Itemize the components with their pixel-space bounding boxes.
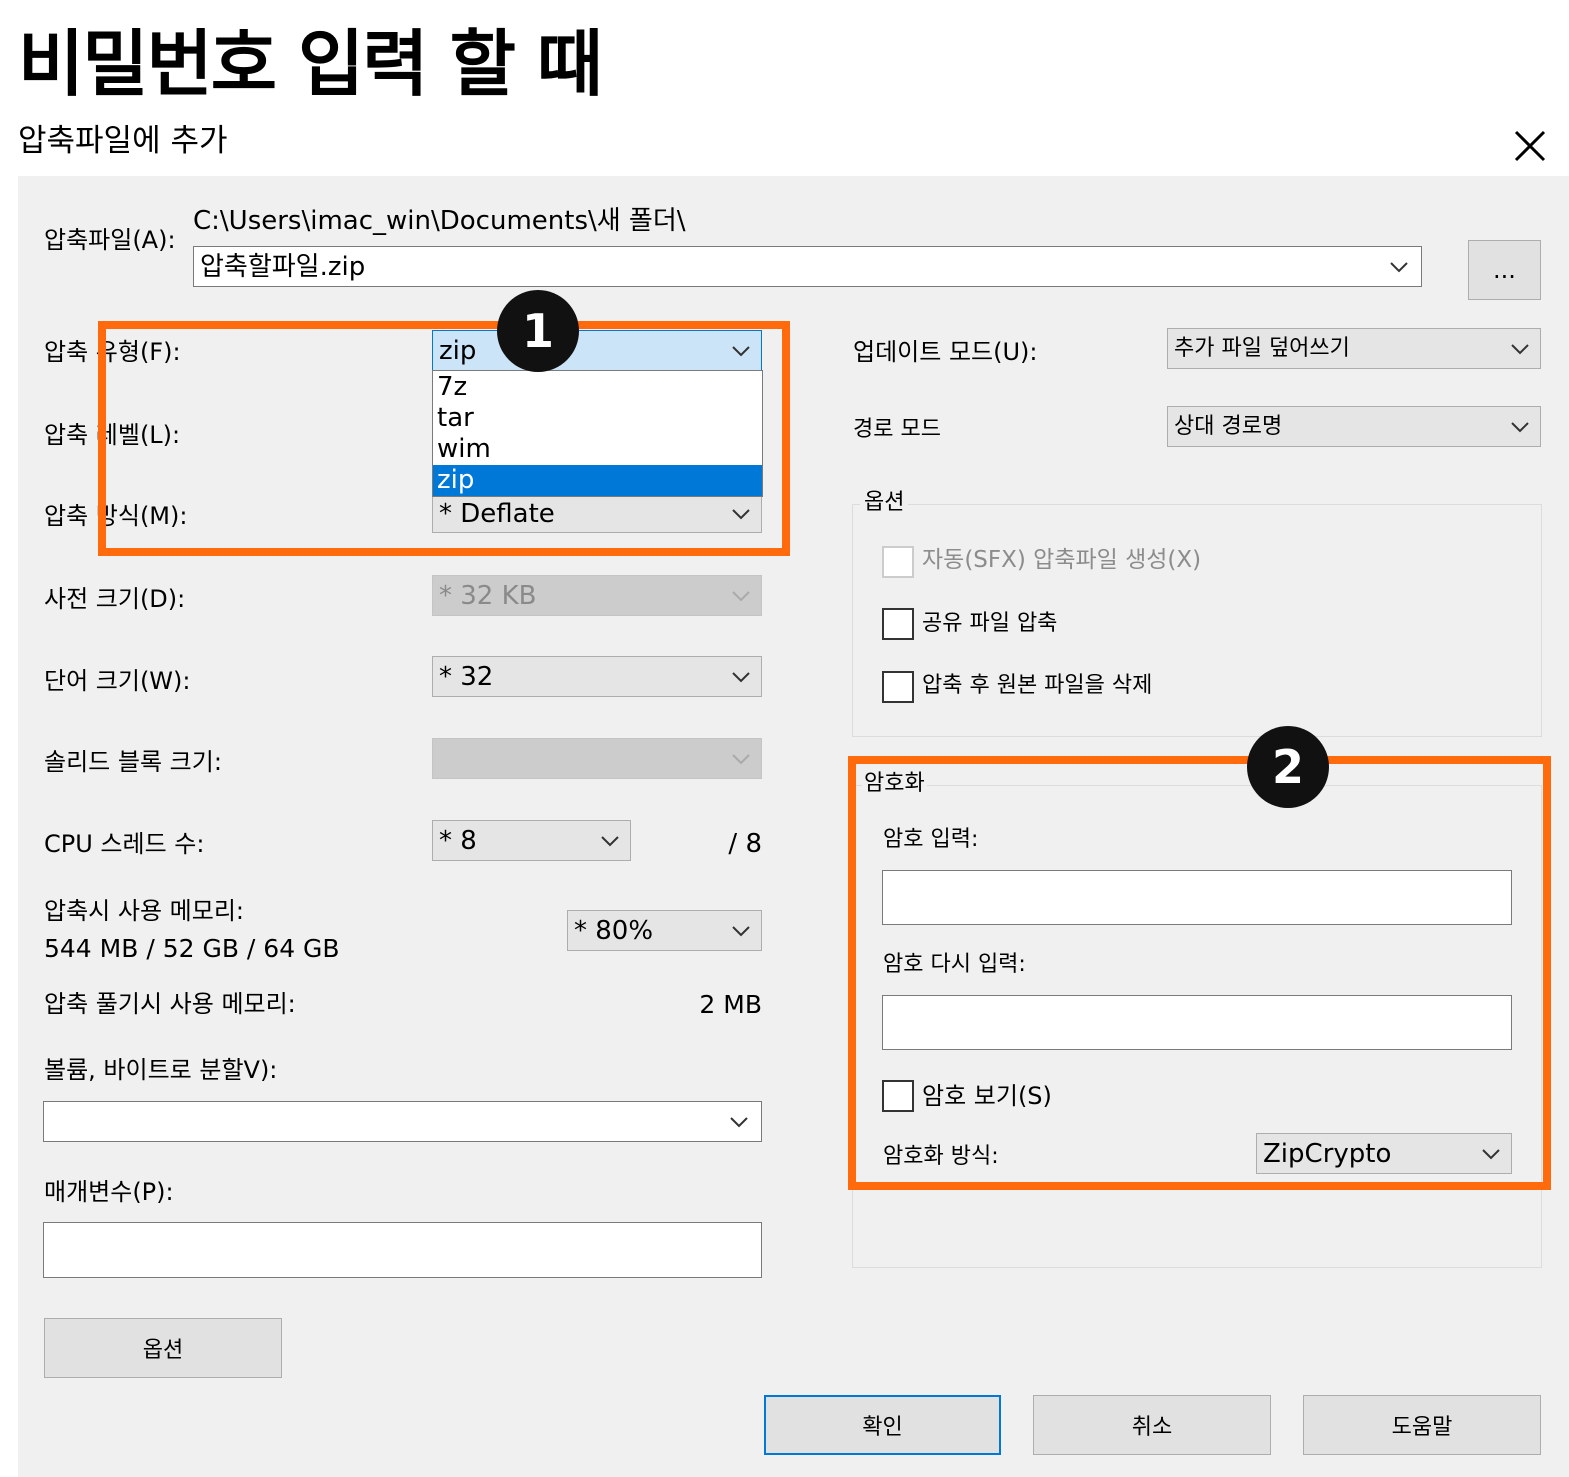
sfx-label: 자동(SFX) 압축파일 생성(X): [922, 547, 1202, 573]
memory-label: 압축시 사용 메모리:: [44, 897, 244, 925]
parameters-label: 매개변수(P):: [44, 1178, 174, 1206]
dictionary-combo: * 32 KB: [432, 575, 762, 616]
ok-button[interactable]: 확인: [764, 1395, 1001, 1455]
path-mode-value: 상대 경로명: [1174, 413, 1283, 439]
chevron-down-icon: [1511, 343, 1529, 354]
word-size-combo-value: * 32: [439, 661, 494, 692]
memory-value: 544 MB / 52 GB / 64 GB: [44, 934, 340, 963]
cpu-threads-combo[interactable]: * 8: [432, 820, 631, 861]
split-volumes-label: 볼륨, 바이트로 분할V):: [44, 1056, 278, 1084]
browse-button[interactable]: ...: [1468, 240, 1541, 300]
step-badge-1: 1: [497, 290, 579, 372]
parameters-input[interactable]: [43, 1222, 762, 1278]
highlight-box-encryption: [848, 756, 1551, 1190]
close-icon[interactable]: [1512, 128, 1548, 164]
sfx-checkbox: [882, 546, 914, 578]
dictionary-label: 사전 크기(D):: [44, 585, 186, 613]
word-size-label: 단어 크기(W):: [44, 667, 191, 695]
archive-label: 압축파일(A):: [44, 226, 176, 254]
dictionary-combo-value: * 32 KB: [439, 580, 537, 611]
chevron-down-icon: [732, 753, 750, 764]
solid-block-label: 솔리드 블록 크기:: [44, 748, 222, 776]
chevron-down-icon: [732, 671, 750, 682]
cpu-threads-total: / 8: [728, 829, 762, 859]
update-mode-combo[interactable]: 추가 파일 덮어쓰기: [1167, 328, 1541, 369]
options-group-title: 옵션: [860, 492, 909, 514]
archive-filename-value: 압축할파일.zip: [200, 252, 366, 282]
cancel-button[interactable]: 취소: [1033, 1395, 1271, 1455]
delete-after-checkbox[interactable]: [882, 671, 914, 703]
split-volumes-combo[interactable]: [43, 1101, 762, 1142]
archive-filename-combo[interactable]: 압축할파일.zip: [193, 246, 1422, 287]
delete-after-label: 압축 후 원본 파일을 삭제: [922, 673, 1153, 698]
archive-path: C:\Users\imac_win\Documents\새 폴더\: [193, 206, 686, 236]
cpu-threads-label: CPU 스레드 수:: [44, 830, 205, 858]
memory-percent-value: * 80%: [574, 915, 654, 946]
path-mode-label: 경로 모드: [853, 417, 941, 442]
dialog-title: 압축파일에 추가: [18, 123, 228, 159]
solid-block-combo: [432, 738, 762, 779]
highlight-box-format: [98, 321, 790, 556]
shared-files-label: 공유 파일 압축: [922, 611, 1058, 636]
decompress-memory-label: 압축 풀기시 사용 메모리:: [44, 990, 296, 1018]
step-badge-2: 2: [1247, 726, 1329, 808]
page-heading: 비밀번호 입력 할 때: [18, 22, 603, 106]
update-mode-value: 추가 파일 덮어쓰기: [1174, 335, 1350, 361]
chevron-down-icon: [732, 590, 750, 601]
help-button[interactable]: 도움말: [1303, 1395, 1541, 1455]
chevron-down-icon: [1390, 262, 1408, 273]
chevron-down-icon: [1511, 421, 1529, 432]
options-button[interactable]: 옵션: [44, 1318, 282, 1378]
shared-files-checkbox[interactable]: [882, 608, 914, 640]
path-mode-combo[interactable]: 상대 경로명: [1167, 406, 1541, 447]
update-mode-label: 업데이트 모드(U):: [853, 338, 1038, 366]
word-size-combo[interactable]: * 32: [432, 656, 762, 697]
chevron-down-icon: [601, 835, 619, 846]
decompress-memory-value: 2 MB: [699, 990, 762, 1019]
chevron-down-icon: [732, 925, 750, 936]
chevron-down-icon: [730, 1117, 748, 1128]
cpu-threads-combo-value: * 8: [439, 825, 477, 856]
memory-percent-combo[interactable]: * 80%: [567, 910, 762, 951]
